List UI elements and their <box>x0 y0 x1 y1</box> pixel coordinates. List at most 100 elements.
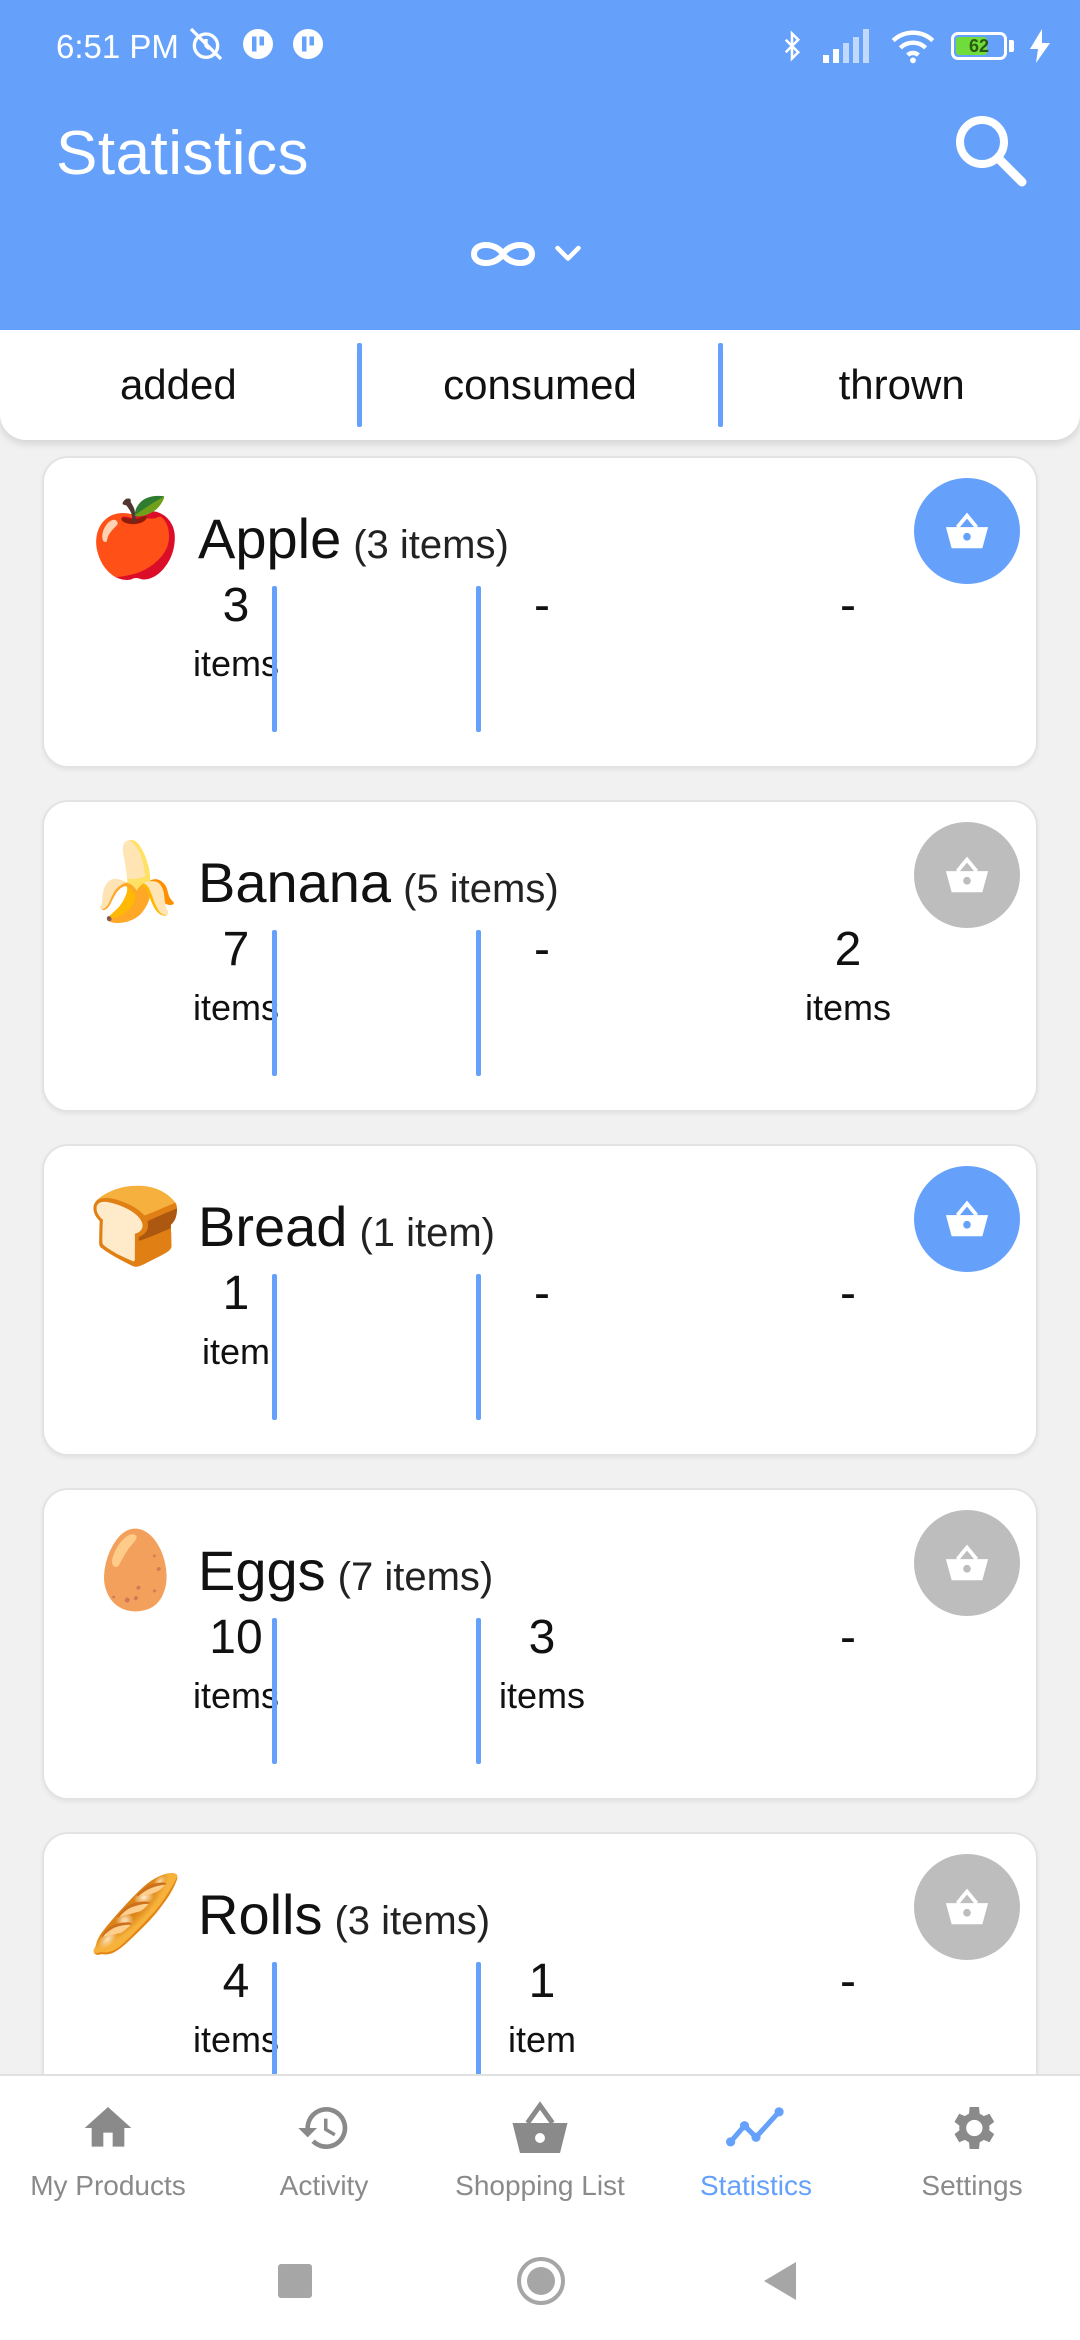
status-bar: 6:51 PM 62 <box>0 0 1080 96</box>
divider <box>272 1618 277 1764</box>
stat-consumed: 1 item <box>507 1955 576 2060</box>
product-emoji: 🍞 <box>88 1184 183 1269</box>
product-card[interactable]: 🥚 Eggs (7 items) 10 items 3 items - <box>42 1488 1038 1800</box>
stat-added: 1 item <box>201 1267 270 1372</box>
system-navigation-bar <box>0 2234 1080 2340</box>
wifi-icon <box>891 30 935 64</box>
product-emoji: 🍌 <box>88 840 183 925</box>
divider <box>272 586 277 732</box>
stats-column-header: added consumed thrown <box>0 330 1080 440</box>
nav-label: Shopping List <box>455 2170 625 2201</box>
status-left-icons <box>186 24 326 64</box>
divider <box>476 1618 481 1764</box>
status-time: 6:51 PM <box>56 28 179 65</box>
product-emoji: 🥚 <box>88 1528 183 1613</box>
product-count: (1 item) <box>359 1211 496 1255</box>
page-title: Statistics <box>56 119 310 188</box>
basket-icon <box>512 2101 568 2153</box>
stat-thrown: - <box>840 1267 856 1320</box>
stat-added: 7 items <box>192 923 279 1028</box>
tab-thrown[interactable]: thrown <box>723 330 1080 440</box>
nav-settings[interactable]: Settings <box>864 2076 1080 2236</box>
stat-consumed: - <box>534 1267 550 1320</box>
add-to-shopping-list-button[interactable] <box>914 822 1020 928</box>
product-count: (7 items) <box>337 1555 494 1599</box>
product-count: (5 items) <box>403 867 559 911</box>
nav-activity[interactable]: Activity <box>216 2076 432 2236</box>
divider <box>272 1274 277 1420</box>
settings-icon <box>954 2107 995 2149</box>
infinity-icon <box>470 242 536 266</box>
divider <box>476 586 481 732</box>
add-to-shopping-list-button[interactable] <box>914 1510 1020 1616</box>
stat-consumed: - <box>534 579 550 632</box>
stat-added: 3 items <box>192 579 279 684</box>
bluetooth-icon <box>784 30 801 62</box>
nav-my-products[interactable]: My Products <box>0 2076 216 2236</box>
home-button[interactable] <box>516 2256 566 2311</box>
product-name: Banana <box>198 851 392 914</box>
divider <box>272 930 277 1076</box>
product-count: (3 items) <box>353 523 509 567</box>
tab-added[interactable]: added <box>0 330 357 440</box>
product-name: Eggs <box>198 1539 326 1602</box>
app-notification-icon <box>243 29 273 59</box>
history-icon <box>298 2107 348 2149</box>
product-emoji: 🥖 <box>88 1872 183 1957</box>
product-name: Apple <box>198 507 342 570</box>
nav-shopping-list[interactable]: Shopping List <box>432 2076 648 2236</box>
back-triangle-icon <box>764 2262 796 2300</box>
bottom-navigation: My Products Activity Shopping List Stati… <box>0 2074 1080 2236</box>
product-count: (3 items) <box>334 1899 491 1943</box>
period-selector[interactable] <box>466 226 596 282</box>
divider <box>476 930 481 1076</box>
nav-label: Activity <box>279 2170 369 2201</box>
divider <box>476 1962 481 2074</box>
product-stats-list[interactable]: 🍎 Apple (3 items) 3 items - - 🍌 Banana (5 i… <box>0 440 1080 2074</box>
add-to-shopping-list-button[interactable] <box>914 1166 1020 1272</box>
divider <box>476 1274 481 1420</box>
battery-level: 62 <box>968 35 990 56</box>
product-name: Rolls <box>198 1883 323 1946</box>
home-circle-icon <box>517 2257 565 2305</box>
nav-label: Statistics <box>699 2170 813 2201</box>
app-notification-icon <box>293 29 323 59</box>
nav-statistics[interactable]: Statistics <box>648 2076 864 2236</box>
status-right-icons: 62 <box>777 26 1050 66</box>
add-to-shopping-list-button[interactable] <box>914 478 1020 584</box>
basket-icon <box>945 1888 989 1925</box>
nav-label: My Products <box>30 2170 186 2201</box>
stat-thrown: - <box>840 1955 856 2008</box>
stat-consumed: 3 items <box>498 1611 585 1716</box>
stat-thrown: 2 items <box>804 923 891 1028</box>
nav-label: Settings <box>921 2170 1023 2201</box>
charging-icon <box>1030 29 1050 63</box>
basket-icon <box>945 512 989 549</box>
chart-icon <box>726 2107 784 2147</box>
stat-thrown: - <box>840 579 856 632</box>
product-name: Bread <box>198 1195 348 1258</box>
search-icon <box>956 116 1027 187</box>
home-icon <box>84 2107 132 2147</box>
basket-icon <box>945 856 989 893</box>
back-button[interactable] <box>762 2260 798 2307</box>
tab-consumed[interactable]: consumed <box>362 330 719 440</box>
search-button[interactable] <box>950 110 1030 190</box>
divider <box>272 1962 277 2074</box>
product-emoji: 🍎 <box>88 496 183 581</box>
app-header: 6:51 PM 62 Statistics <box>0 0 1080 330</box>
add-to-shopping-list-button[interactable] <box>914 1854 1020 1960</box>
product-card[interactable]: 🍞 Bread (1 item) 1 item - - <box>42 1144 1038 1456</box>
product-card[interactable]: 🥖 Rolls (3 items) 4 items 1 item - <box>42 1832 1038 2074</box>
stat-added: 10 items <box>192 1611 279 1716</box>
alarm-off-icon <box>189 27 223 61</box>
recents-button[interactable] <box>278 2264 312 2298</box>
chevron-down-icon <box>555 245 581 261</box>
stat-consumed: - <box>534 923 550 976</box>
basket-icon <box>945 1200 989 1237</box>
product-card[interactable]: 🍌 Banana (5 items) 7 items - 2 items <box>42 800 1038 1112</box>
battery-icon: 62 <box>951 32 1014 60</box>
signal-icon <box>823 29 869 63</box>
product-card[interactable]: 🍎 Apple (3 items) 3 items - - <box>42 456 1038 768</box>
stat-thrown: - <box>840 1611 856 1664</box>
